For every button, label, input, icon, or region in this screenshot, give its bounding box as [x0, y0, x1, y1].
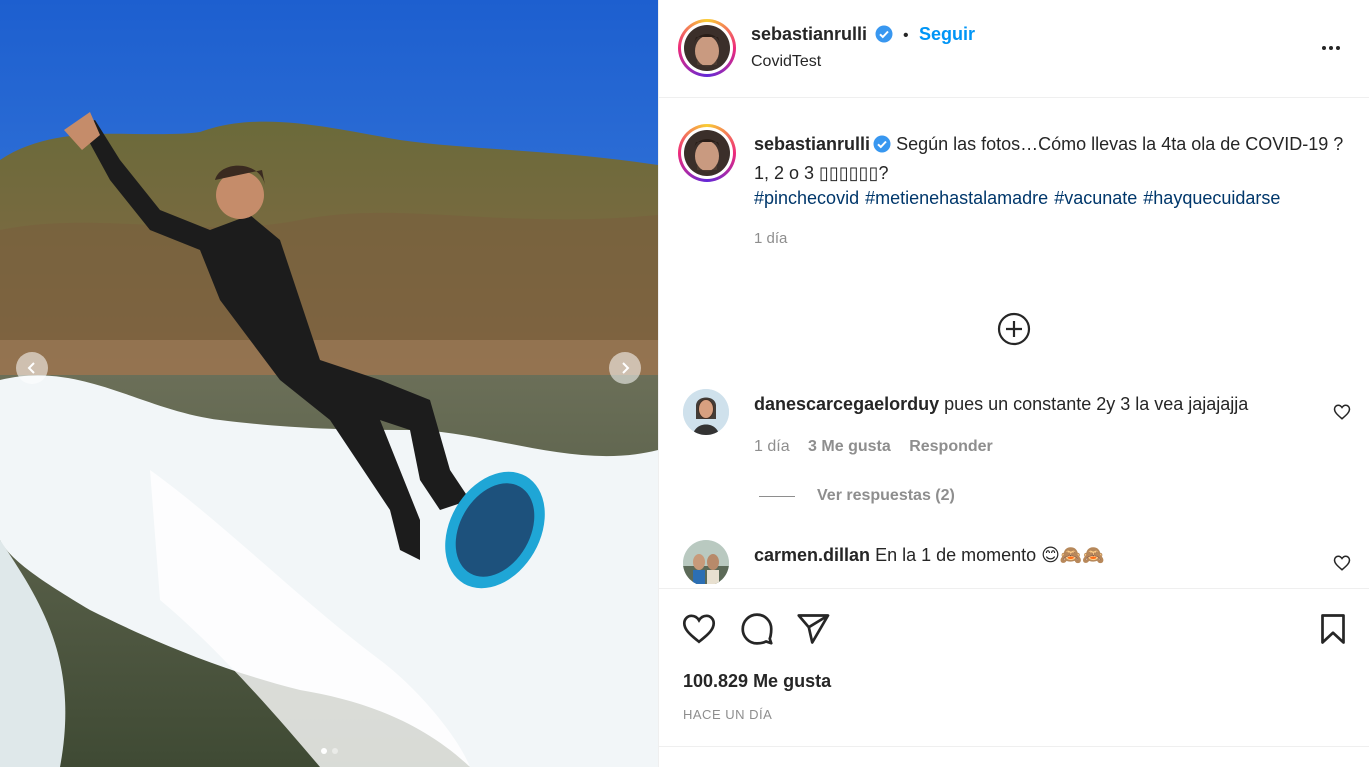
- verified-badge-icon: [875, 25, 893, 48]
- caption-username[interactable]: sebastianrulli: [754, 134, 870, 154]
- author-username[interactable]: sebastianrulli: [751, 24, 867, 44]
- comment-likes[interactable]: 3 Me gusta: [808, 438, 891, 455]
- comment-avatar[interactable]: [683, 389, 729, 435]
- carousel-dot: [331, 748, 338, 754]
- heart-icon[interactable]: [681, 611, 717, 647]
- heart-icon[interactable]: [1333, 403, 1351, 421]
- verified-badge-icon: [873, 135, 891, 161]
- caption-time: 1 día: [754, 229, 788, 247]
- comment-time: 1 día: [754, 438, 790, 455]
- avatar-image: [684, 130, 730, 176]
- post-caption: sebastianrulli Según las fotos…Cómo llev…: [754, 132, 1354, 251]
- caption-hashtags: #pinchecovid #metienehastalamadre #vacunat…: [754, 186, 1354, 212]
- comment-icon[interactable]: [739, 611, 775, 647]
- reply-button[interactable]: Responder: [909, 438, 993, 455]
- comment-username[interactable]: carmen.dillan: [754, 545, 870, 565]
- load-more-comments-icon[interactable]: [997, 312, 1031, 346]
- heart-icon[interactable]: [1333, 554, 1351, 572]
- more-options-icon[interactable]: [1315, 36, 1347, 60]
- hashtag-link[interactable]: #pinchecovid: [754, 188, 859, 208]
- comment-username[interactable]: danescarcegaelorduy: [754, 394, 939, 414]
- comment-item: carmen.dillan En la 1 de momento 😊🙈🙈: [683, 540, 1353, 584]
- post-panel: sebastianrulli • Seguir CovidTest sebast…: [658, 0, 1369, 767]
- avatar-image: [683, 540, 729, 584]
- comment-item: danescarcegaelorduy pues un constante 2y…: [683, 389, 1353, 469]
- comment-text: pues un constante 2y 3 la vea jajajajja: [944, 394, 1249, 414]
- caption-text-line1: Según las fotos…Cómo llevas la 4ta ola d…: [896, 134, 1344, 154]
- caption-avatar[interactable]: [678, 124, 736, 182]
- chevron-right-icon: [622, 362, 630, 374]
- post-actions: 100.829 Me gusta HACE UN DÍA: [659, 588, 1369, 748]
- next-photo-button[interactable]: [609, 352, 641, 384]
- replies-divider: [759, 495, 795, 497]
- post-header: sebastianrulli • Seguir CovidTest: [659, 0, 1369, 98]
- carousel-dot: [320, 748, 327, 754]
- caption-text-line2: 1, 2 o 3 ▯▯▯▯▯▯?: [754, 162, 889, 183]
- post-photo: [0, 0, 658, 767]
- like-count[interactable]: 100.829 Me gusta: [683, 671, 831, 692]
- avatar-image: [683, 389, 729, 435]
- follow-button[interactable]: Seguir: [919, 24, 975, 44]
- view-replies-button[interactable]: Ver respuestas (2): [759, 487, 955, 505]
- avatar-image: [684, 25, 730, 71]
- previous-photo-button[interactable]: [16, 352, 48, 384]
- chevron-left-icon: [27, 362, 35, 374]
- hashtag-link[interactable]: #metienehastalamadre: [865, 188, 1048, 208]
- comment-avatar[interactable]: [683, 540, 729, 584]
- add-comment-bar[interactable]: [659, 746, 1369, 767]
- carousel-indicator: [0, 748, 658, 754]
- comment-text: En la 1 de momento 😊🙈🙈: [875, 545, 1105, 565]
- hashtag-link[interactable]: #vacunate: [1054, 188, 1137, 208]
- header-separator: •: [902, 27, 909, 44]
- post-time: HACE UN DÍA: [683, 707, 773, 722]
- view-replies-label: Ver respuestas (2): [817, 487, 955, 504]
- post-media[interactable]: [0, 0, 658, 767]
- hashtag-link[interactable]: #hayquecuidarse: [1143, 188, 1280, 208]
- share-icon[interactable]: [795, 611, 831, 647]
- author-avatar[interactable]: [678, 19, 736, 77]
- post-location[interactable]: CovidTest: [751, 53, 821, 71]
- bookmark-icon[interactable]: [1315, 611, 1351, 647]
